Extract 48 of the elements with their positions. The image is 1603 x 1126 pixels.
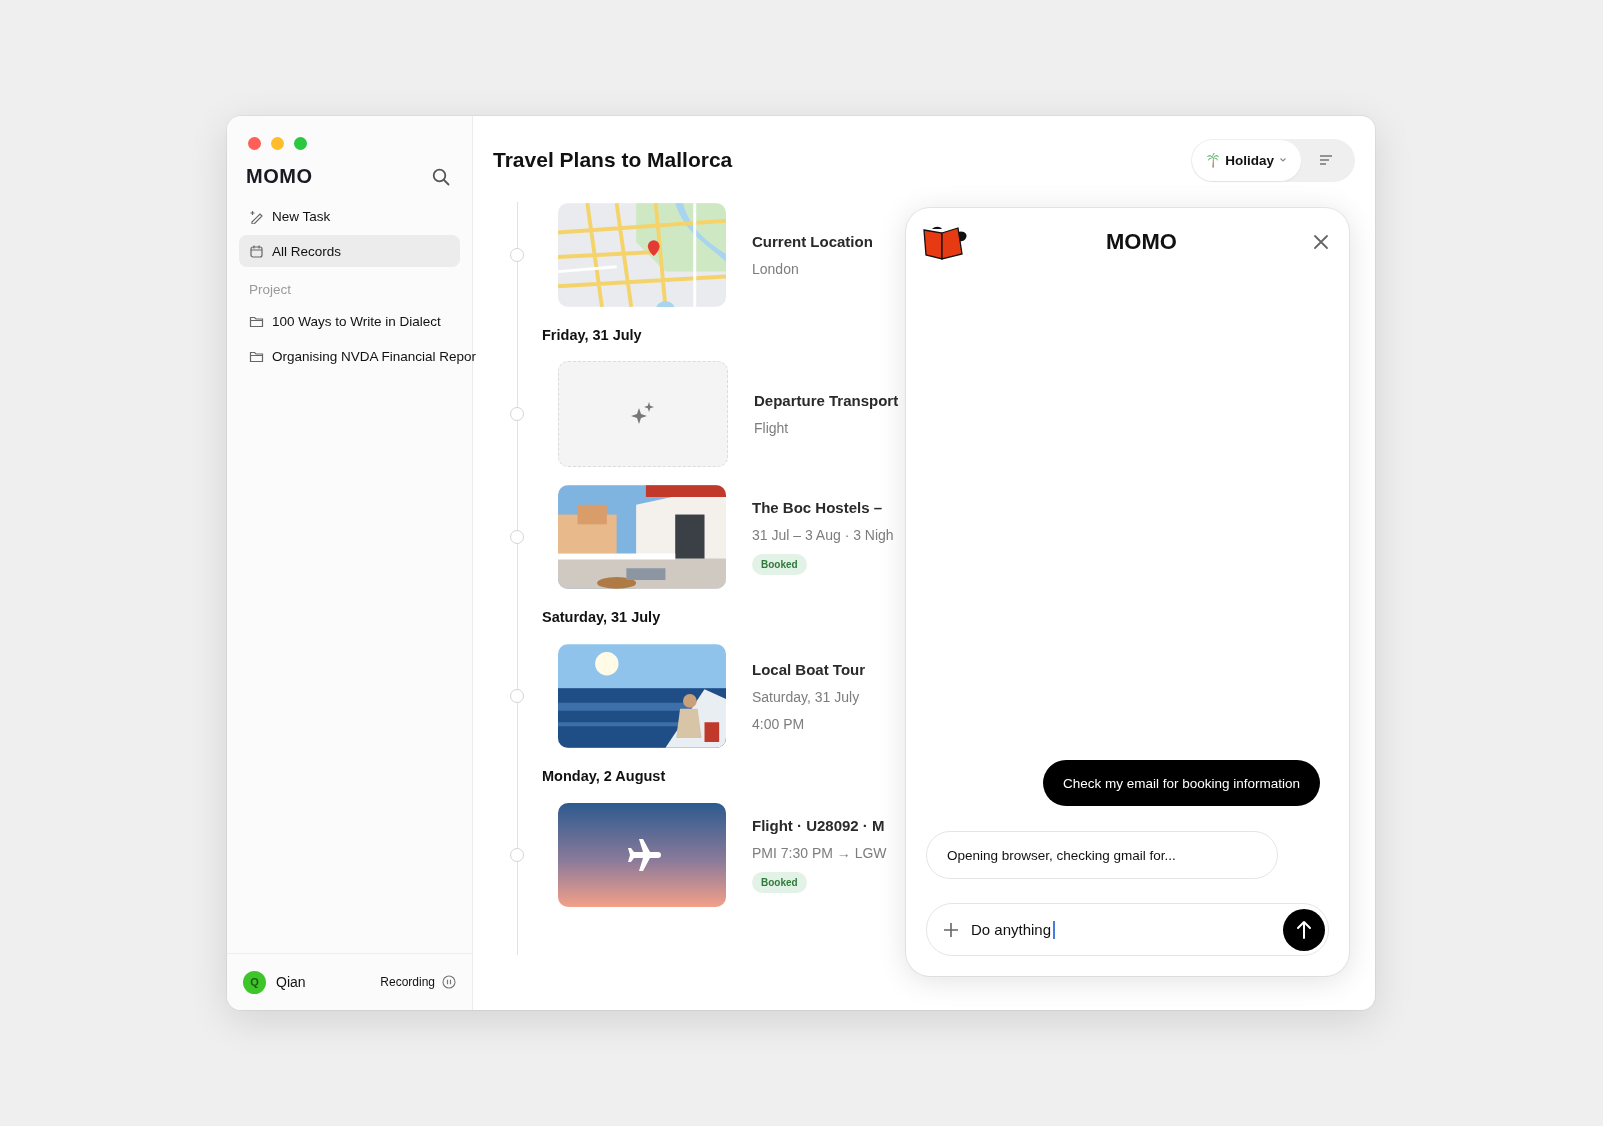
page-title: Travel Plans to Mallorca <box>493 148 733 172</box>
item-title: Departure Transport <box>754 392 899 409</box>
filter-dropdown[interactable]: Holiday <box>1192 139 1301 181</box>
section-label: Project <box>248 281 293 299</box>
date-heading: Saturday, 31 July <box>542 608 661 627</box>
item-detail: 31 Jul – 3 Aug · 3 Nigh <box>752 527 894 543</box>
chevron-down-icon <box>1279 157 1287 163</box>
timeline-marker <box>510 848 524 862</box>
status-tag: Booked <box>752 872 807 893</box>
project-item[interactable]: 100 Ways to Write in Dialect <box>239 305 460 337</box>
window-control[interactable] <box>271 137 284 150</box>
user-message: Check my email for booking information <box>1042 760 1320 806</box>
item-title: The Boc Hostels – <box>752 499 884 516</box>
item-title: Current Location <box>752 233 873 250</box>
sidebar-item[interactable]: All Records <box>239 235 460 267</box>
item-title: Local Boat Tour <box>752 660 866 678</box>
search-icon[interactable] <box>432 167 450 186</box>
list-icon[interactable] <box>1319 154 1333 166</box>
pause-icon <box>442 975 456 989</box>
date-heading: Monday, 2 August <box>542 767 666 786</box>
app-logo-text: MOMO <box>246 165 313 188</box>
window-control[interactable] <box>248 137 261 150</box>
sidebar-item[interactable]: New Task <box>239 200 460 232</box>
timeline-marker <box>510 248 524 262</box>
item-detail: PMI 7:30 PM → LGW <box>752 845 887 861</box>
item-detail: Flight <box>754 420 790 436</box>
project-item[interactable]: Organising NVDA Financial Repor <box>239 340 487 372</box>
plus-icon[interactable] <box>943 921 959 938</box>
edit-icon <box>249 208 264 224</box>
user-name: Qian <box>276 974 306 990</box>
timeline-marker <box>510 407 524 421</box>
item-detail: London <box>752 261 800 277</box>
recording-button[interactable]: Recording <box>380 975 456 989</box>
close-icon[interactable] <box>1313 234 1329 250</box>
user-avatar[interactable]: Q <box>243 970 266 994</box>
timeline-marker <box>510 689 524 703</box>
item-detail: 4:00 PM <box>752 715 806 732</box>
send-button[interactable] <box>1283 908 1325 951</box>
item-detail: Saturday, 31 July <box>752 688 861 705</box>
status-tag: Booked <box>752 554 807 575</box>
item-title: Flight · U28092 · M <box>752 817 886 834</box>
timeline-marker <box>510 530 524 544</box>
calendar-icon <box>249 243 264 259</box>
message-input[interactable]: Do anything <box>926 903 1329 956</box>
date-heading: Friday, 31 July <box>542 326 642 345</box>
window-control[interactable] <box>294 137 307 150</box>
chat-title: MOMO <box>1106 229 1177 255</box>
palm-tree-icon <box>1206 152 1221 168</box>
